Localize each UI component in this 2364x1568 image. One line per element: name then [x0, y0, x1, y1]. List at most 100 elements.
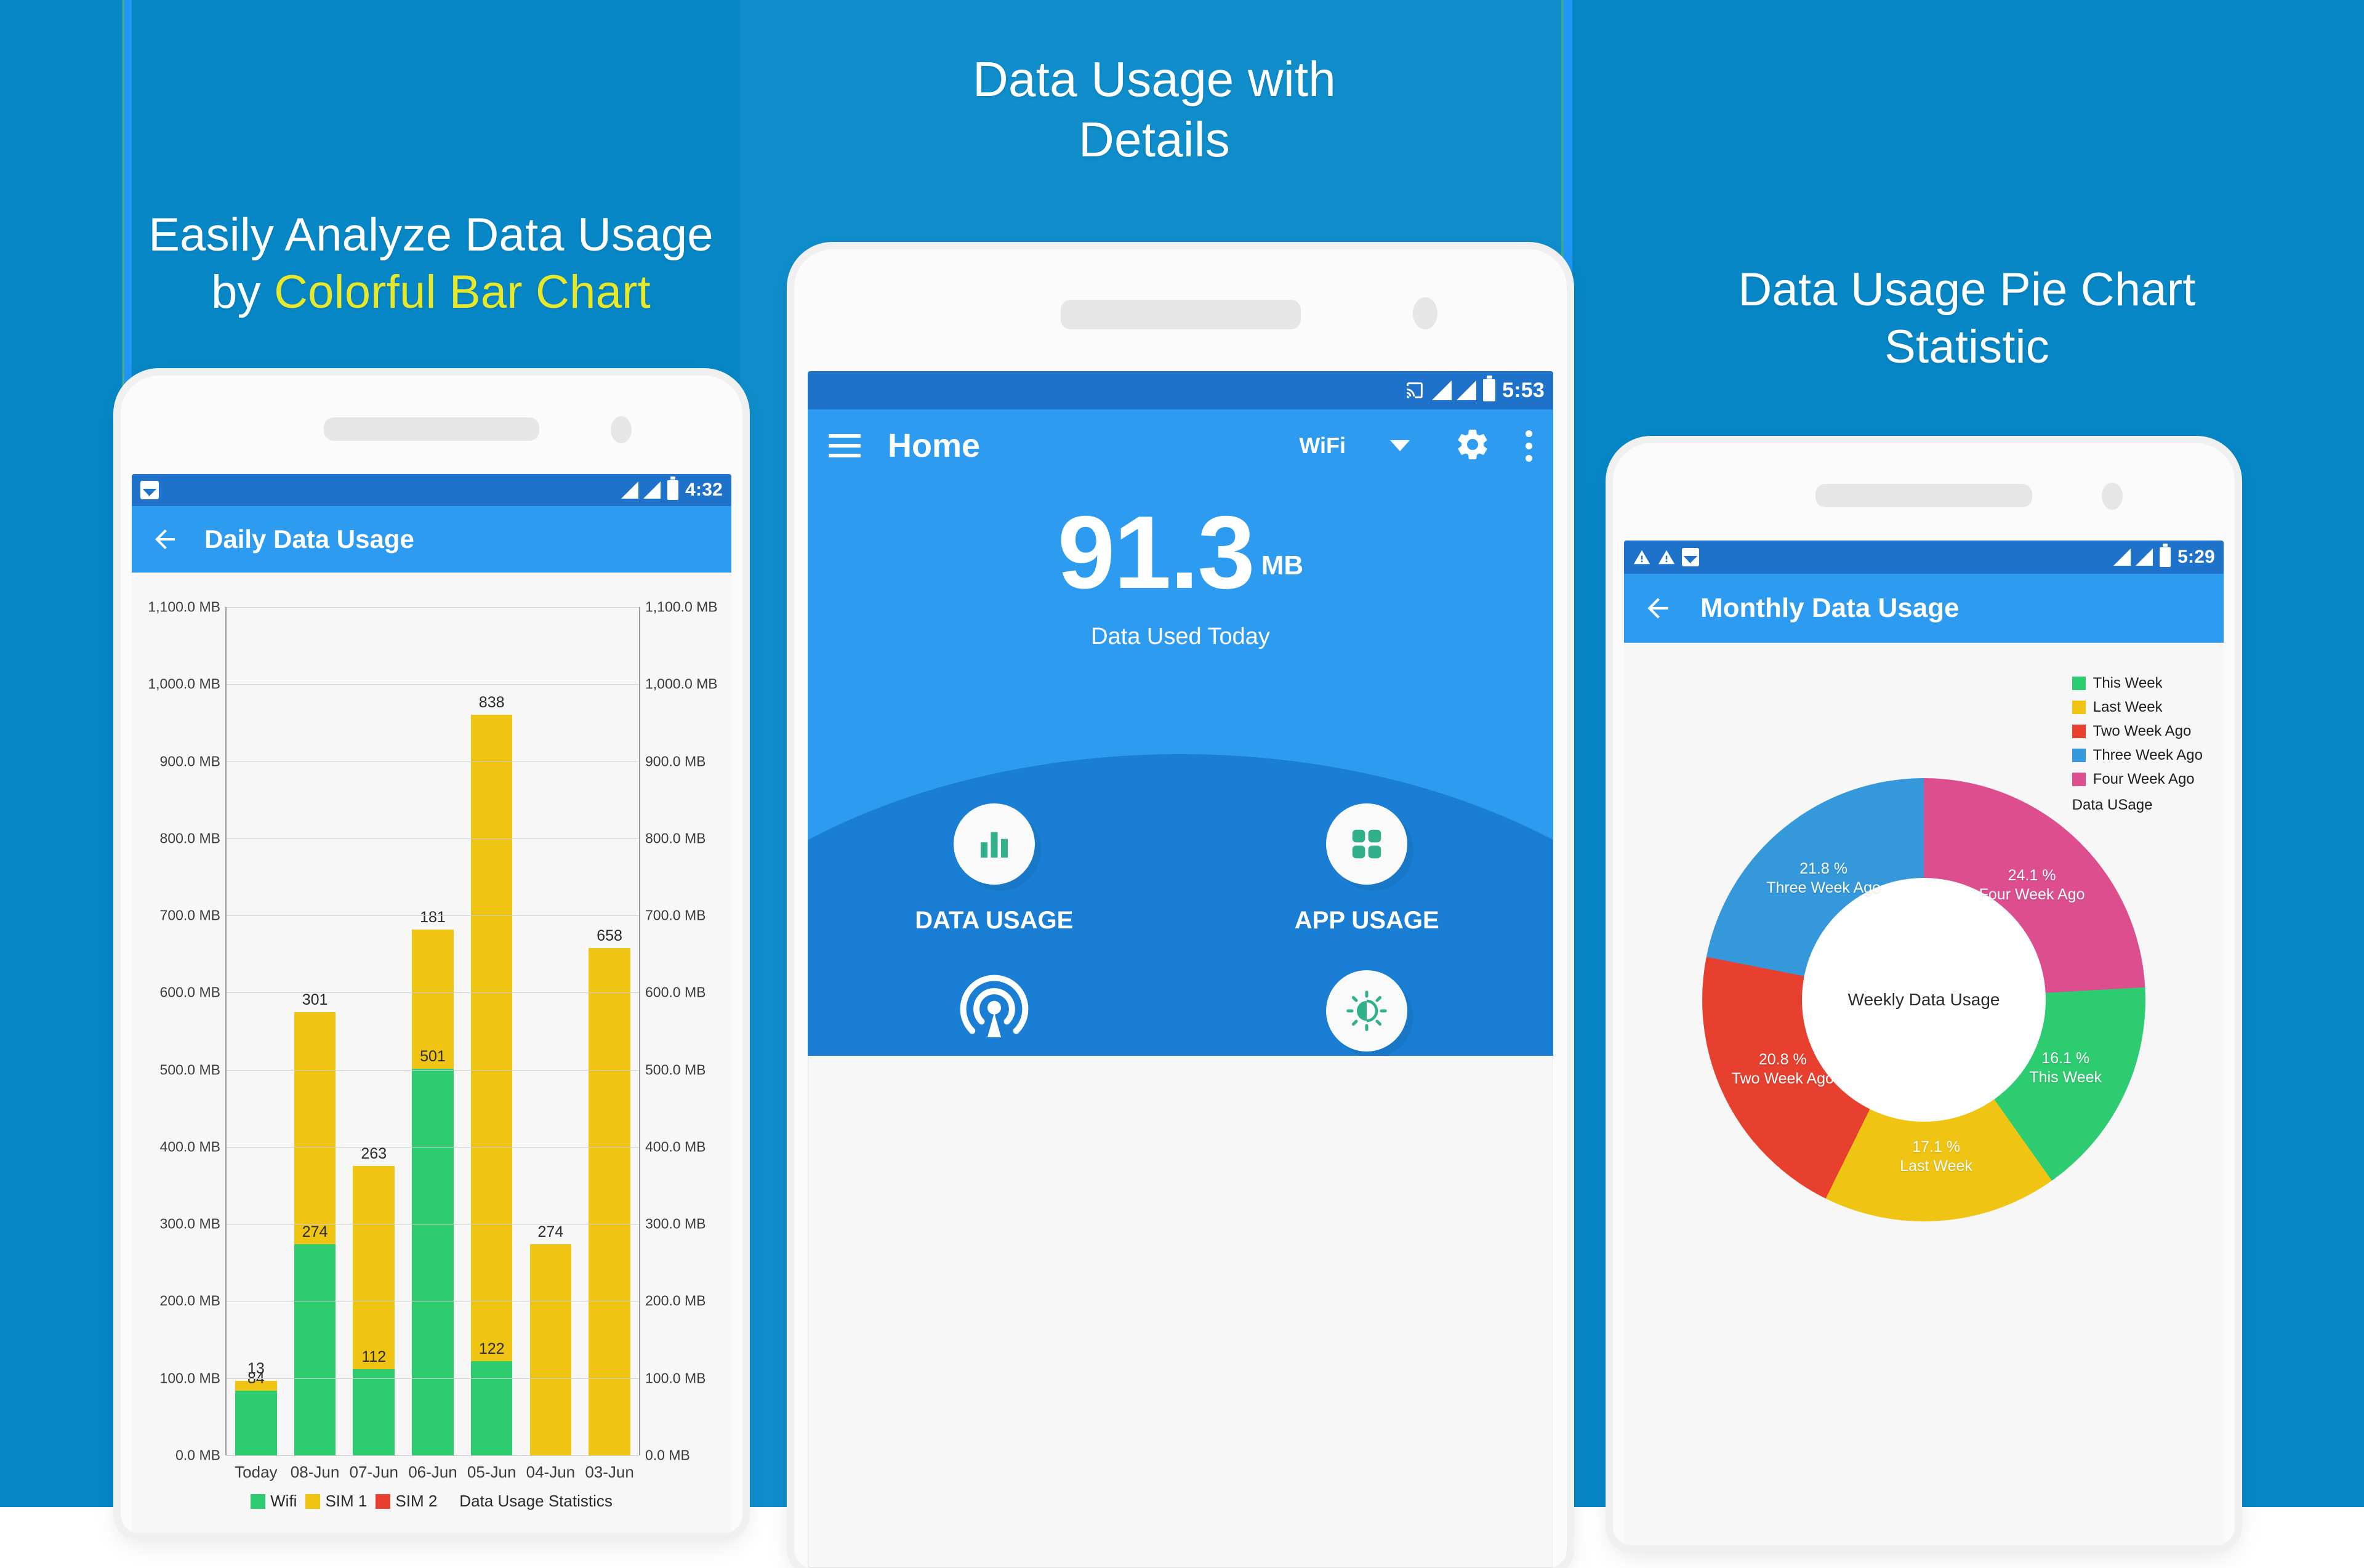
bar-column: 658 03-Jun: [585, 607, 634, 1481]
back-arrow-icon[interactable]: [1642, 593, 1673, 624]
y-axis-tick-label: 700.0 MB: [159, 907, 220, 923]
legend-swatch: [2072, 749, 2086, 762]
legend-swatch: [2072, 725, 2086, 738]
bar-segment-sim1: 274: [529, 1223, 572, 1455]
bar-value-label: 263: [361, 1145, 387, 1163]
tile-data-usage[interactable]: DATA USAGE: [808, 803, 1181, 936]
grid-line: [227, 915, 639, 917]
slice-name: This Week: [2029, 1069, 2102, 1086]
home-top-bar: Home WiFi: [808, 409, 1553, 482]
gear-icon[interactable]: [1454, 426, 1491, 466]
bar-value-label: 274: [302, 1223, 328, 1240]
y-axis-tick-label: 700.0 MB: [645, 907, 706, 923]
y-axis-tick-label: 800.0 MB: [645, 830, 706, 846]
bar-chart-bars: 13 84 Today 301 274 08-Jun 263 112 07-Jun 181 501 0…: [227, 607, 639, 1481]
bar-value-label: 838: [478, 694, 505, 712]
headline-right: Data Usage Pie Chart Statistic: [1570, 262, 2364, 376]
bar-column: 274 04-Jun: [526, 607, 576, 1481]
x-axis-tick-label: Today: [235, 1463, 278, 1481]
legend-swatch: [2072, 677, 2086, 690]
data-used-value: 91.3: [1057, 494, 1255, 610]
tile-label: APP USAGE: [1294, 907, 1439, 934]
signal-icon: [621, 481, 639, 499]
slice-percent: 16.1 %: [2041, 1049, 2090, 1067]
legend-label: Last Week: [2093, 699, 2163, 715]
cast-icon: [1404, 380, 1425, 401]
phone-mockup-middle: 5:53 Home WiFi 91.3 MB Data Used Today D…: [794, 249, 1567, 1568]
y-axis-tick-label: 900.0 MB: [159, 753, 220, 770]
phone-front-camera: [2102, 483, 2123, 510]
status-bar: 5:53: [808, 371, 1553, 409]
signal-icons: [2113, 549, 2153, 566]
bar-segment-sim1: 658: [589, 927, 630, 1455]
pie-slice-label: 24.1 % Four Week Ago: [1979, 866, 2085, 905]
warning-icon: [1633, 548, 1651, 566]
warning-icon: [1657, 548, 1676, 566]
data-used-value-group: 91.3 MB: [808, 501, 1553, 604]
legend-label: This Week: [2093, 675, 2163, 691]
phone-mockup-right: 5:29 Monthly Data Usage This Week Last We…: [1613, 443, 2235, 1545]
bar-column: 838 122 05-Jun: [467, 607, 517, 1481]
bar-value-label: 112: [361, 1348, 387, 1365]
y-axis-tick-label: 100.0 MB: [645, 1370, 706, 1386]
y-axis-tick-label: 1,000.0 MB: [645, 675, 718, 692]
network-selector-value[interactable]: WiFi: [1299, 433, 1346, 459]
home-hero: Home WiFi 91.3 MB Data Used Today DATA U…: [808, 409, 1553, 1056]
promo-screenshot-canvas: Easily Analyze Data Usage by Colorful Ba…: [0, 0, 2364, 1568]
grid-line: [227, 1378, 639, 1379]
tile-hotspot-usage[interactable]: HotSpot Usage: [808, 970, 1181, 1056]
kebab-icon[interactable]: [1526, 430, 1532, 462]
bar-chart-icon: [953, 803, 1035, 885]
status-bar-clock: 5:53: [1502, 378, 1545, 402]
bar-column: 301 274 08-Jun: [291, 607, 340, 1481]
signal-icon: [643, 481, 661, 499]
battery-icon: [1483, 375, 1496, 401]
grid-line: [227, 992, 639, 994]
bar-segment-sim1: 301: [294, 991, 336, 1244]
hotspot-icon: [954, 970, 1035, 1051]
legend-swatch: [376, 1494, 391, 1509]
y-axis-tick-label: 300.0 MB: [159, 1215, 220, 1232]
tile-background-foreground-usage[interactable]: Background / Foregroung Usage: [1181, 970, 1554, 1056]
hamburger-icon[interactable]: [829, 434, 861, 457]
x-axis-tick-label: 07-Jun: [349, 1463, 399, 1481]
slice-percent: 20.8 %: [1758, 1050, 1807, 1068]
slice-percent: 24.1 %: [2008, 866, 2056, 884]
grid-line: [227, 1146, 639, 1148]
chevron-down-icon[interactable]: [1390, 440, 1410, 451]
legend-item: Two Week Ago: [2072, 723, 2203, 740]
pie-slice-label: 20.8 % Two Week Ago: [1732, 1050, 1834, 1089]
y-axis-tick-label: 600.0 MB: [159, 984, 220, 1000]
y-axis-tick-label: 900.0 MB: [645, 753, 706, 770]
bar-segment-sim1: 263: [353, 1145, 395, 1369]
signal-icons: [1432, 380, 1477, 400]
status-bar: 5:29: [1624, 541, 2224, 574]
back-arrow-icon[interactable]: [150, 525, 180, 554]
legend-item: SIM 1: [305, 1492, 367, 1511]
phone-screen-daily-data-usage: 4:32 Daily Data Usage 13 84 Today 301 274 08-…: [132, 474, 731, 1533]
image-icon: [140, 481, 159, 499]
legend-label: SIM 1: [325, 1492, 368, 1510]
data-used-unit: MB: [1261, 550, 1304, 581]
legend-label: Wifi: [270, 1492, 297, 1510]
legend-swatch: [2072, 701, 2086, 714]
tile-app-usage[interactable]: APP USAGE: [1181, 803, 1554, 936]
tile-label: DATA USAGE: [915, 907, 1074, 934]
phone-speaker-grille: [324, 417, 539, 441]
y-axis-tick-label: 200.0 MB: [645, 1292, 706, 1309]
y-axis-tick-label: 0.0 MB: [175, 1447, 220, 1463]
battery-icon: [2160, 544, 2171, 567]
pie-slice-label: 16.1 % This Week: [2029, 1049, 2102, 1088]
legend-label: Two Week Ago: [2093, 723, 2192, 739]
page-title: Daily Data Usage: [204, 525, 414, 553]
phone-front-camera: [611, 416, 632, 443]
bar-value-label: 274: [537, 1223, 564, 1240]
headline-left-prefix: by: [211, 265, 275, 318]
bar-chart-legend: Wifi SIM 1 SIM 2 Data Usage Statistics: [132, 1492, 731, 1511]
grid-line: [227, 1455, 639, 1456]
y-axis-tick-label: 1,100.0 MB: [148, 598, 220, 615]
phone-speaker-grille: [1815, 484, 2032, 507]
y-axis-tick-label: 400.0 MB: [645, 1138, 706, 1155]
signal-icon: [2136, 549, 2153, 566]
status-bar-clock: 5:29: [2177, 547, 2215, 567]
